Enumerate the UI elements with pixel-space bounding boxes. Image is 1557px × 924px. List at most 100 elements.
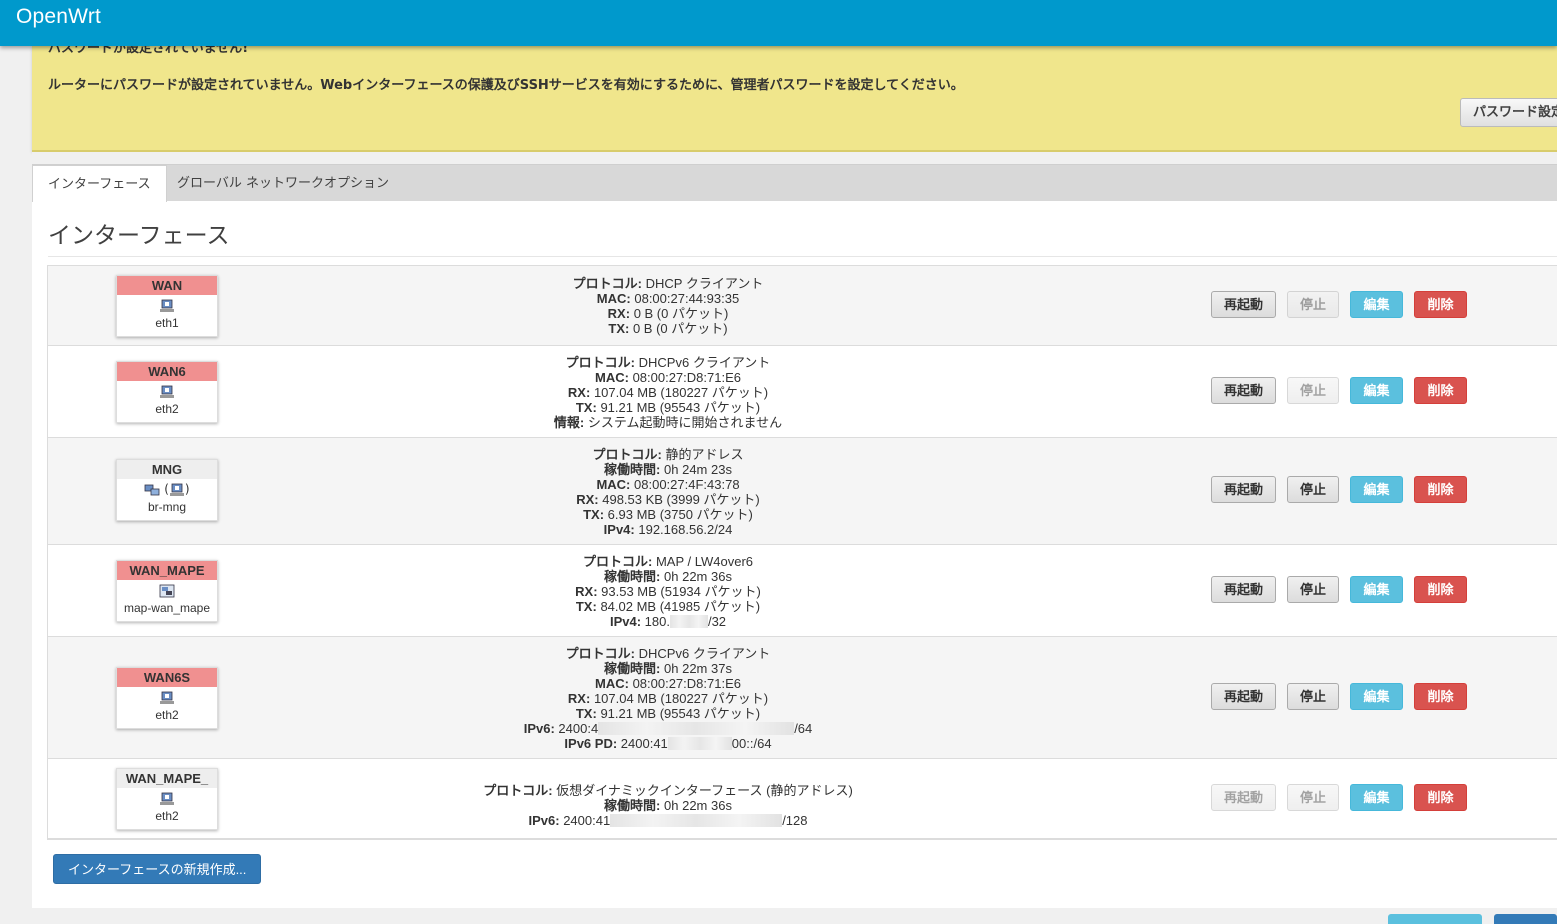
delete-button[interactable]: 削除 xyxy=(1414,683,1467,710)
redacted-area xyxy=(669,615,708,628)
interface-device: eth1 xyxy=(155,316,179,330)
interface-info: プロトコル: MAP / LW4over6 稼働時間: 0h 22m 36s R… xyxy=(428,554,908,629)
mac-label: MAC: xyxy=(596,477,631,492)
ipv6-prefix: 2400:4 xyxy=(558,721,599,736)
ipv6-suffix: /64 xyxy=(794,721,813,736)
uptime-value: 0h 22m 37s xyxy=(664,661,732,676)
protocol-label: プロトコル: xyxy=(582,554,653,569)
edit-button[interactable]: 編集 xyxy=(1350,377,1403,404)
delete-button[interactable]: 削除 xyxy=(1414,476,1467,503)
restart-button[interactable]: 再起動 xyxy=(1211,476,1276,503)
ipv6pd-suffix: 00::/64 xyxy=(731,736,772,751)
mac-value: 08:00:27:44:93:35 xyxy=(634,291,740,306)
rx-value: 107.04 MB (180227 パケット) xyxy=(593,385,769,400)
tx-value: 91.21 MB (95543 パケット) xyxy=(600,400,761,415)
edit-button[interactable]: 編集 xyxy=(1350,476,1403,503)
protocol-label: プロトコル: xyxy=(572,276,642,291)
redacted-area xyxy=(598,722,795,735)
stop-button[interactable]: 停止 xyxy=(1287,291,1339,318)
uptime-label: 稼働時間: xyxy=(604,462,661,477)
restart-button[interactable]: 再起動 xyxy=(1211,576,1276,603)
tx-label: TX: xyxy=(608,321,630,336)
restart-button[interactable]: 再起動 xyxy=(1211,377,1276,404)
stop-button[interactable]: 停止 xyxy=(1287,683,1339,710)
interface-device: map-wan_mape xyxy=(123,601,211,615)
delete-button[interactable]: 削除 xyxy=(1414,784,1467,811)
edit-button[interactable]: 編集 xyxy=(1350,784,1403,811)
ipv4-suffix: /32 xyxy=(707,614,727,629)
restart-button[interactable]: 再起動 xyxy=(1211,291,1276,318)
table-row-wan: WAN eth1 プロトコル: DHCP クライアント MAC: 08:00:2… xyxy=(48,266,1557,346)
tx-label: TX: xyxy=(575,599,597,614)
delete-button[interactable]: 削除 xyxy=(1414,291,1467,318)
edit-button[interactable]: 編集 xyxy=(1350,683,1403,710)
restart-button[interactable]: 再起動 xyxy=(1211,784,1276,811)
uptime-label: 稼働時間: xyxy=(604,569,661,584)
section-gap xyxy=(32,152,1557,164)
info-value: システム起動時に開始されません xyxy=(587,415,783,430)
interface-name: WAN6 xyxy=(117,362,217,381)
protocol-value: DHCPv6 クライアント xyxy=(638,355,771,370)
tx-value: 0 B (0 パケット) xyxy=(632,321,728,336)
interface-info: プロトコル: DHCPv6 クライアント 稼働時間: 0h 22m 37s MA… xyxy=(428,646,908,751)
interface-badge-mng[interactable]: MNG () br-mng xyxy=(116,459,218,521)
rx-label: RX: xyxy=(607,306,631,321)
ethernet-port-icon xyxy=(117,384,217,402)
ipv6-label: IPv6: xyxy=(528,813,560,828)
uptime-value: 0h 24m 23s xyxy=(664,462,732,477)
tab-global-network-options[interactable]: グローバル ネットワークオプション xyxy=(162,165,404,201)
interface-badge-wan-mape[interactable]: WAN_MAPE map-wan_mape xyxy=(116,560,218,622)
interface-device: eth2 xyxy=(155,708,179,722)
mac-label: MAC: xyxy=(595,676,629,691)
ethernet-port-icon xyxy=(117,298,217,316)
brand-logo[interactable]: OpenWrt xyxy=(16,5,101,29)
delete-button[interactable]: 削除 xyxy=(1414,377,1467,404)
interface-name: MNG xyxy=(117,460,217,479)
tx-value: 84.02 MB (41985 パケット) xyxy=(600,599,761,614)
tx-label: TX: xyxy=(583,507,605,522)
redacted-area xyxy=(667,737,732,750)
footer-button-partial[interactable] xyxy=(1388,914,1482,924)
page-title: インターフェース xyxy=(48,223,230,249)
redacted-area xyxy=(610,814,783,827)
stop-button[interactable]: 停止 xyxy=(1287,784,1339,811)
main-content: パスワードが設定されていません! ルーターにパスワードが設定されていません。We… xyxy=(32,41,1557,924)
page-footer-gap xyxy=(32,908,1557,919)
ipv4-label: IPv4: xyxy=(603,522,635,537)
stop-button[interactable]: 停止 xyxy=(1287,476,1339,503)
stop-button[interactable]: 停止 xyxy=(1287,576,1339,603)
mac-value: 08:00:27:D8:71:E6 xyxy=(632,676,741,691)
interface-device: br-mng xyxy=(147,500,186,514)
rx-label: RX: xyxy=(575,584,598,599)
add-interface-button[interactable]: インターフェースの新規作成... xyxy=(53,854,262,884)
footer-button-partial[interactable] xyxy=(1494,914,1557,924)
rx-label: RX: xyxy=(567,385,591,400)
ipv6pd-label: IPv6 PD: xyxy=(564,736,618,751)
mac-value: 08:00:27:4F:43:78 xyxy=(634,477,740,492)
header-bar: OpenWrt xyxy=(0,0,1557,46)
interface-badge-wan6[interactable]: WAN6 eth2 xyxy=(116,361,218,423)
tab-bar: インターフェース グローバル ネットワークオプション xyxy=(32,164,1557,202)
rx-value: 0 B (0 パケット) xyxy=(633,306,729,321)
interface-badge-wan6s[interactable]: WAN6S eth2 xyxy=(116,667,218,729)
delete-button[interactable]: 削除 xyxy=(1414,576,1467,603)
interface-device: eth2 xyxy=(155,809,179,823)
ethernet-port-icon xyxy=(117,791,217,809)
set-password-button[interactable]: パスワード設定 xyxy=(1460,98,1557,127)
restart-button[interactable]: 再起動 xyxy=(1211,683,1276,710)
rx-value: 498.53 KB (3999 パケット) xyxy=(602,492,760,507)
mac-label: MAC: xyxy=(595,370,629,385)
table-row-mng: MNG () br-mng プロトコル: 静的アドレス 稼働時間: 0h 24m… xyxy=(48,438,1557,545)
protocol-label: プロトコル: xyxy=(565,646,636,661)
tab-interfaces[interactable]: インターフェース xyxy=(32,165,167,202)
edit-button[interactable]: 編集 xyxy=(1350,576,1403,603)
interface-info: プロトコル: DHCPv6 クライアント MAC: 08:00:27:D8:71… xyxy=(428,355,908,430)
bridge-icon: () xyxy=(117,482,217,500)
interface-badge-wan-mape-virtual[interactable]: WAN_MAPE_ eth2 xyxy=(116,768,218,830)
edit-button[interactable]: 編集 xyxy=(1350,291,1403,318)
interface-info: プロトコル: DHCP クライアント MAC: 08:00:27:44:93:3… xyxy=(428,276,908,336)
ethernet-port-icon xyxy=(117,690,217,708)
ipv4-label: IPv4: xyxy=(609,614,642,629)
interface-badge-wan[interactable]: WAN eth1 xyxy=(116,275,218,337)
stop-button[interactable]: 停止 xyxy=(1287,377,1339,404)
